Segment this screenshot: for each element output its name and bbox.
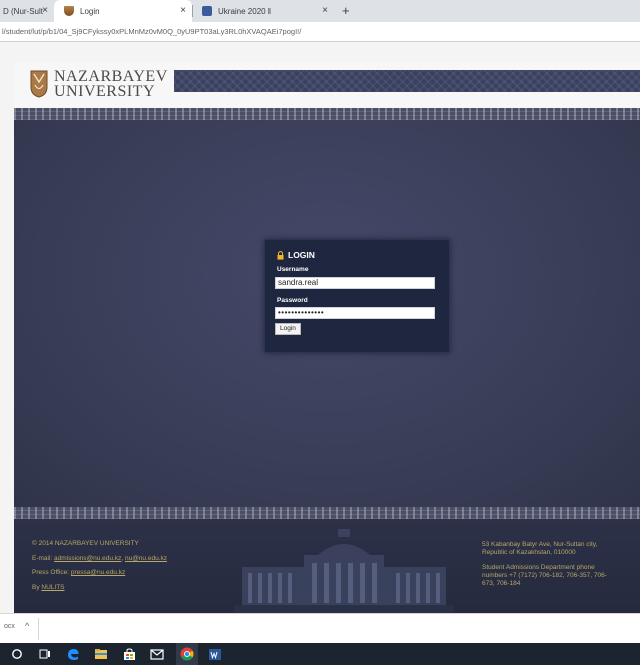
password-input[interactable]: •••••••••••••• (275, 307, 435, 319)
tab-close-icon[interactable]: × (42, 5, 48, 17)
login-title: LOGIN (288, 250, 315, 260)
portal-footer: © 2014 NAZARBAYEV UNIVERSITY E-mail: adm… (14, 519, 640, 613)
nulits-link[interactable]: NULITS (41, 584, 64, 591)
browser-tab-strip: D (Nur-Sult × Login × Ukraine 2020 ‖ × + (0, 0, 640, 22)
university-logo[interactable]: NAZARBAYEV UNIVERSITY (30, 68, 168, 100)
address-line-1: 53 Kabanbay Batyr Ave, Nur-Sultan city, (482, 541, 598, 548)
tab-label: Ukraine 2020 ‖ (218, 6, 272, 16)
ornament-band-bottom (14, 507, 640, 519)
tab-divider (192, 5, 193, 17)
portal-frame: NAZARBAYEV UNIVERSITY LOGIN Username san… (14, 62, 640, 613)
copyright-text: © 2014 NAZARBAYEV UNIVERSITY (32, 540, 139, 547)
download-divider (38, 618, 39, 640)
search-circle-icon[interactable] (10, 647, 24, 661)
tab-close-icon[interactable]: × (322, 5, 328, 17)
credits-line: By NULITS (32, 581, 167, 596)
site-favicon-icon (202, 6, 212, 16)
university-building-image (234, 529, 454, 613)
new-tab-button[interactable]: + (342, 3, 350, 18)
login-button[interactable]: Login (275, 323, 301, 335)
header-pattern (174, 70, 640, 92)
edge-browser-icon[interactable] (66, 647, 80, 661)
portal-header: NAZARBAYEV UNIVERSITY (14, 62, 640, 108)
phones-line-1: Student Admissions Department phone (482, 564, 595, 571)
university-shield-icon (64, 6, 74, 16)
address-bar[interactable]: l/student/lut/p/b1/04_Sj9CFykssy0xPLMnMz… (0, 22, 640, 42)
login-heading: LOGIN (277, 250, 315, 260)
brand-line-2: UNIVERSITY (54, 83, 155, 100)
press-email-link[interactable]: pressa@nu.edu.kz (71, 569, 125, 576)
main-area: LOGIN Username sandra.real Password ••••… (14, 120, 640, 507)
username-input[interactable]: sandra.real (275, 277, 435, 289)
windows-taskbar (0, 643, 640, 665)
task-view-icon[interactable] (38, 647, 52, 661)
url-text[interactable]: l/student/lut/p/b1/04_Sj9CFykssy0xPLMnMz… (2, 27, 301, 36)
tab-close-icon[interactable]: × (180, 5, 186, 17)
page-viewport: NAZARBAYEV UNIVERSITY LOGIN Username san… (0, 42, 640, 613)
lock-icon (277, 250, 284, 260)
press-prefix: Press Office: (32, 569, 71, 576)
press-line: Press Office: pressa@nu.edu.kz (32, 566, 167, 581)
chrome-icon[interactable] (180, 647, 194, 661)
email-prefix: E-mail: (32, 554, 55, 562)
word-icon[interactable] (208, 647, 222, 661)
login-panel: LOGIN Username sandra.real Password ••••… (264, 239, 450, 353)
username-label: Username (277, 266, 309, 273)
download-item[interactable]: ocx (4, 623, 15, 630)
footer-address: 53 Kabanbay Batyr Ave, Nur-Sultan city, … (482, 541, 632, 588)
password-label: Password (277, 297, 308, 304)
tab-login[interactable]: Login × (54, 0, 192, 22)
tab-ukraine[interactable]: Ukraine 2020 ‖ × (192, 0, 334, 22)
store-icon[interactable] (122, 647, 136, 661)
chevron-up-icon[interactable]: ^ (25, 621, 29, 631)
email-line: E-mail: admissions@nu.edu.kz, nu@nu.edu.… (32, 552, 167, 567)
university-shield-icon (30, 70, 48, 98)
phones-line-3: 673, 706-184 (482, 580, 521, 587)
tab-label: Login (80, 6, 100, 16)
address-line-2: Republic of Kazakhstan, 010000 (482, 549, 576, 556)
admissions-email-link[interactable]: admissions@nu.edu.kz (54, 555, 121, 562)
tab-nur-sultan[interactable]: D (Nur-Sult × (0, 0, 54, 22)
file-explorer-icon[interactable] (94, 647, 108, 661)
nu-email-link[interactable]: nu@nu.edu.kz (125, 555, 167, 562)
download-bar: ocx ^ (0, 613, 640, 643)
footer-contacts: © 2014 NAZARBAYEV UNIVERSITY E-mail: adm… (32, 537, 167, 595)
brand-line-1: NAZARBAYEV (54, 68, 168, 85)
phones-line-2: numbers +7 (7172) 706-182, 706-357, 706- (482, 572, 607, 579)
ornament-band-top (14, 108, 640, 120)
tab-label: D (Nur-Sult (3, 6, 44, 16)
credits-prefix: By (32, 583, 42, 591)
mail-icon[interactable] (150, 647, 164, 661)
